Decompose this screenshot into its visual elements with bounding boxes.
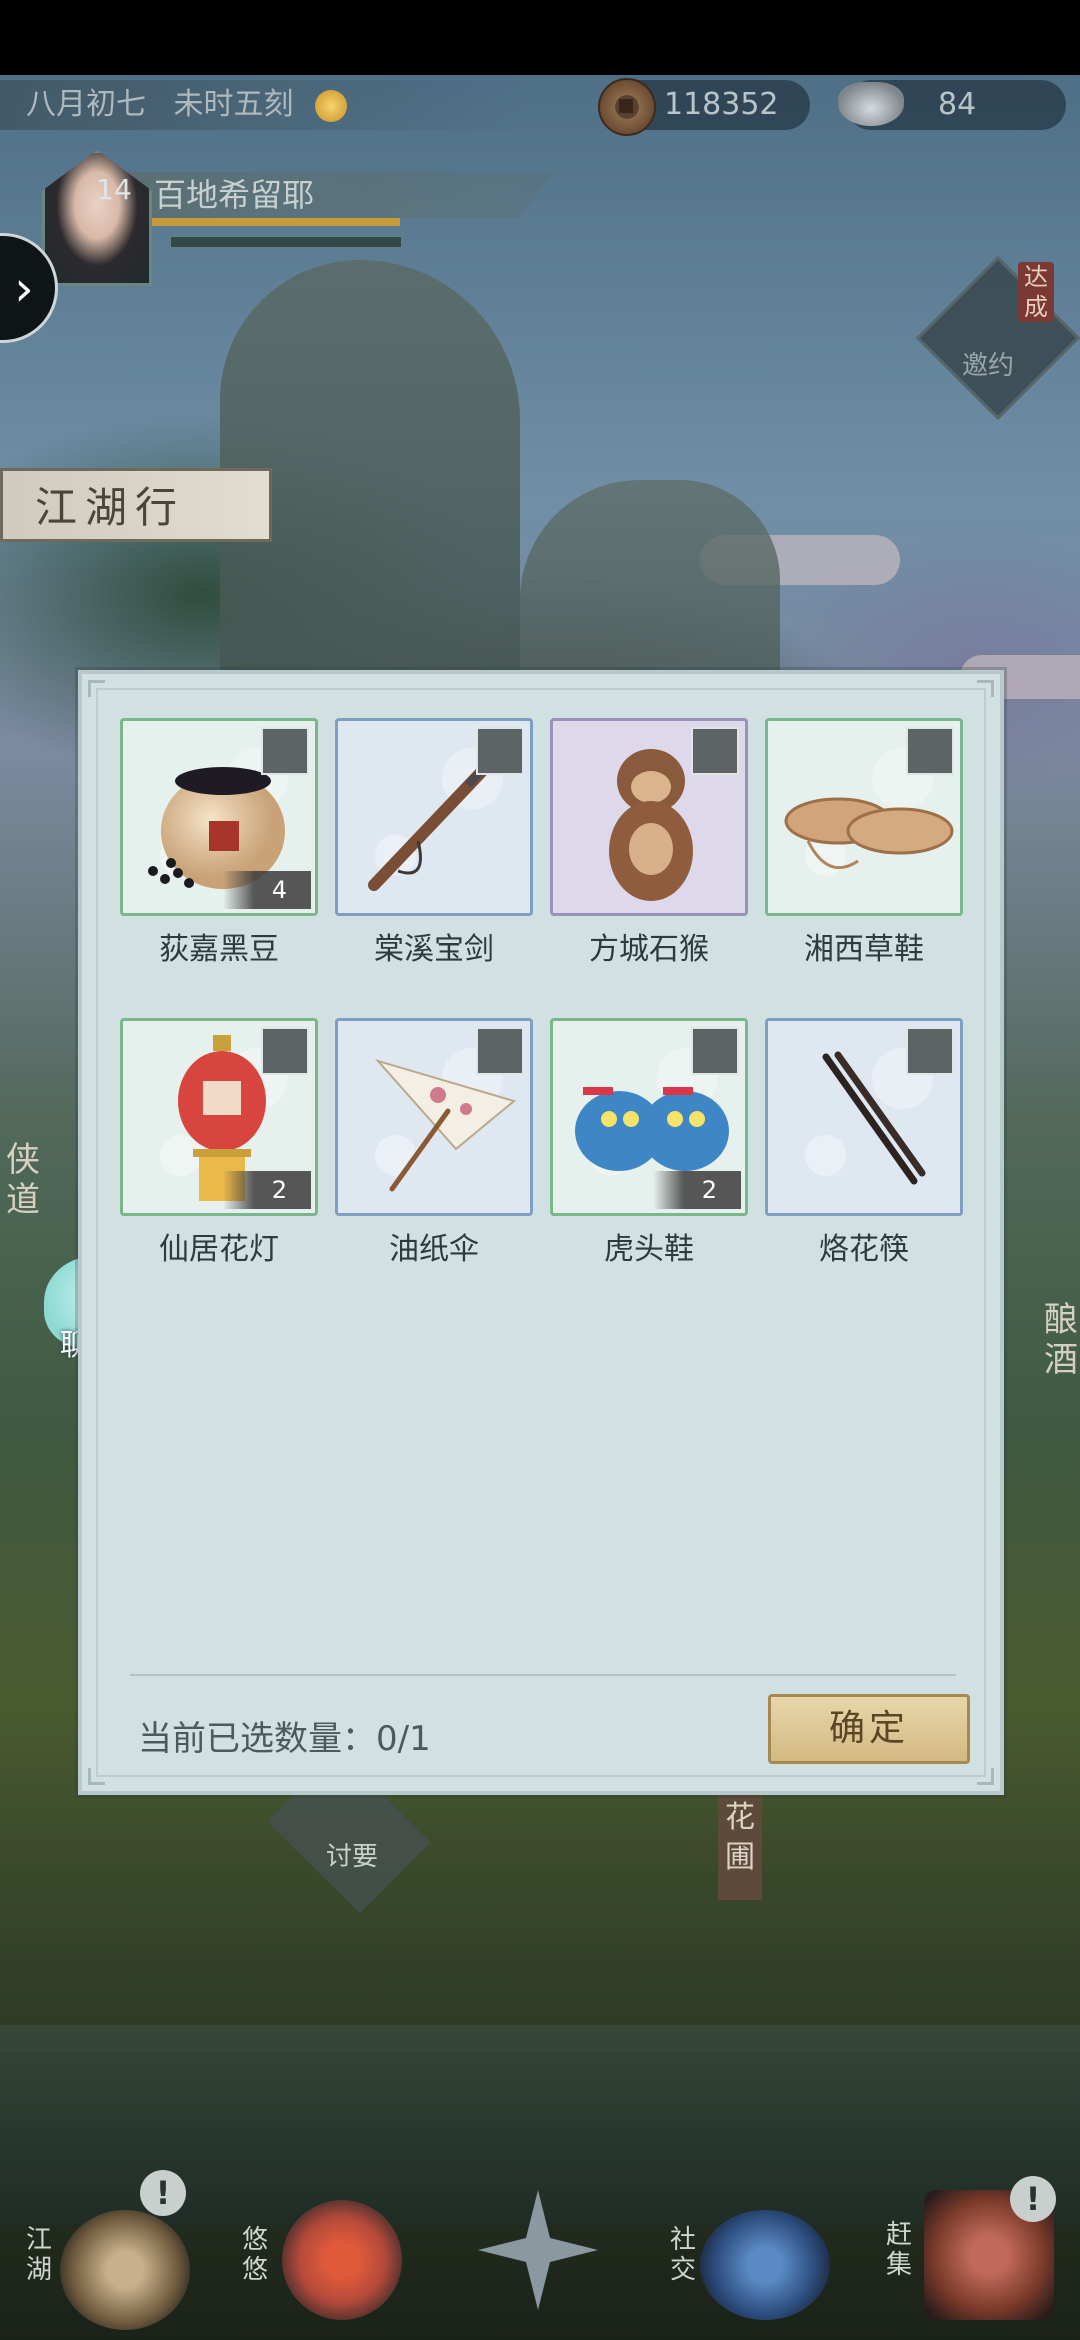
invite-label: 邀约 xyxy=(962,351,1015,381)
item-slot[interactable] xyxy=(550,718,748,916)
alert-icon: ! xyxy=(140,2170,186,2216)
silver-ingot-icon xyxy=(838,82,904,126)
item-name: 湘西草鞋 xyxy=(804,932,924,967)
selected-count-text: 当前已选数量：0/1 xyxy=(138,1719,431,1759)
youyou-nav-icon[interactable] xyxy=(282,2200,402,2320)
nav-label-social[interactable]: 社交 xyxy=(670,2225,700,2285)
item-slot[interactable]: 2 xyxy=(120,1018,318,1216)
date-text: 八月初七 xyxy=(26,87,146,122)
copper-coin-counter[interactable]: 118352 xyxy=(598,78,810,136)
social-nav-icon[interactable] xyxy=(700,2210,830,2320)
select-checkbox[interactable] xyxy=(261,1027,309,1075)
nav-label-market[interactable]: 赶集 xyxy=(886,2220,916,2280)
item-card[interactable]: 2 仙居花灯 xyxy=(120,1018,318,1268)
side-label-brew[interactable]: 酿酒 xyxy=(1044,1300,1080,1380)
frame-corner xyxy=(977,680,994,697)
item-slot[interactable]: 4 xyxy=(120,718,318,916)
frame-corner xyxy=(977,1768,994,1785)
item-slot[interactable] xyxy=(765,718,963,916)
player-name: 百地希留耶 xyxy=(154,176,315,214)
sun-icon xyxy=(315,89,348,122)
player-level: 14 xyxy=(96,173,132,206)
item-count: 2 xyxy=(653,1171,741,1209)
item-count: 2 xyxy=(223,1171,311,1209)
confirm-button[interactable]: 确定 xyxy=(768,1694,970,1764)
select-checkbox[interactable] xyxy=(261,727,309,775)
item-slot[interactable]: 2 xyxy=(550,1018,748,1216)
item-select-dialog: 4 荻嘉黑豆 棠溪宝剑 方城石猴 湘西草鞋 2 仙居花灯 油纸伞 2 虎头鞋 烙… xyxy=(78,670,1004,1795)
item-grid: 4 荻嘉黑豆 棠溪宝剑 方城石猴 湘西草鞋 2 仙居花灯 油纸伞 2 虎头鞋 烙… xyxy=(120,718,970,1268)
item-count: 4 xyxy=(223,871,311,909)
location-sign[interactable]: 江湖行 xyxy=(0,468,272,542)
item-card[interactable]: 烙花筷 xyxy=(765,1018,963,1268)
item-slot[interactable] xyxy=(335,1018,533,1216)
nav-label-jianghu[interactable]: 江湖 xyxy=(26,2225,56,2285)
select-checkbox[interactable] xyxy=(906,1027,954,1075)
coin-amount: 118352 xyxy=(664,87,779,122)
item-card[interactable]: 油纸伞 xyxy=(335,1018,533,1268)
item-name: 仙居花灯 xyxy=(159,1232,279,1267)
date-time-bar: 八月初七 未时五刻 xyxy=(0,80,526,130)
item-name: 棠溪宝剑 xyxy=(374,932,494,967)
side-label-xiadao[interactable]: 侠道 xyxy=(6,1140,46,1220)
item-name: 方城石猴 xyxy=(589,932,709,967)
jianghu-nav-icon[interactable] xyxy=(60,2210,190,2330)
alert-icon: ! xyxy=(1010,2176,1056,2222)
item-card[interactable]: 2 虎头鞋 xyxy=(550,1018,748,1268)
chevron-right-icon: › xyxy=(14,261,34,317)
energy-bar xyxy=(170,236,402,248)
beg-label: 讨要 xyxy=(326,1842,379,1872)
silver-counter[interactable]: 84 xyxy=(838,80,1066,130)
select-checkbox[interactable] xyxy=(476,727,524,775)
select-checkbox[interactable] xyxy=(476,1027,524,1075)
nav-label-youyou[interactable]: 悠悠 xyxy=(242,2225,272,2285)
player-name-bar[interactable]: 百地希留耶 xyxy=(110,172,554,218)
silver-amount: 84 xyxy=(938,87,977,122)
item-card[interactable]: 4 荻嘉黑豆 xyxy=(120,718,318,968)
item-card[interactable]: 湘西草鞋 xyxy=(765,718,963,968)
status-bar xyxy=(0,0,1080,75)
dialog-divider xyxy=(130,1674,956,1676)
item-slot[interactable] xyxy=(765,1018,963,1216)
item-card[interactable]: 棠溪宝剑 xyxy=(335,718,533,968)
copper-coin-icon xyxy=(598,78,656,136)
item-name: 油纸伞 xyxy=(389,1232,479,1267)
item-name: 烙花筷 xyxy=(819,1232,909,1267)
exp-bar xyxy=(150,218,400,226)
item-name: 荻嘉黑豆 xyxy=(159,932,279,967)
garden-sign[interactable]: 花圃 xyxy=(718,1790,762,1900)
select-checkbox[interactable] xyxy=(691,1027,739,1075)
frame-corner xyxy=(88,680,105,697)
select-checkbox[interactable] xyxy=(691,727,739,775)
item-card[interactable]: 方城石猴 xyxy=(550,718,748,968)
item-name: 虎头鞋 xyxy=(604,1232,694,1267)
item-slot[interactable] xyxy=(335,718,533,916)
time-text: 未时五刻 xyxy=(173,87,294,122)
frame-corner xyxy=(88,1768,105,1785)
achieved-badge: 达成 xyxy=(1018,262,1054,322)
select-checkbox[interactable] xyxy=(906,727,954,775)
